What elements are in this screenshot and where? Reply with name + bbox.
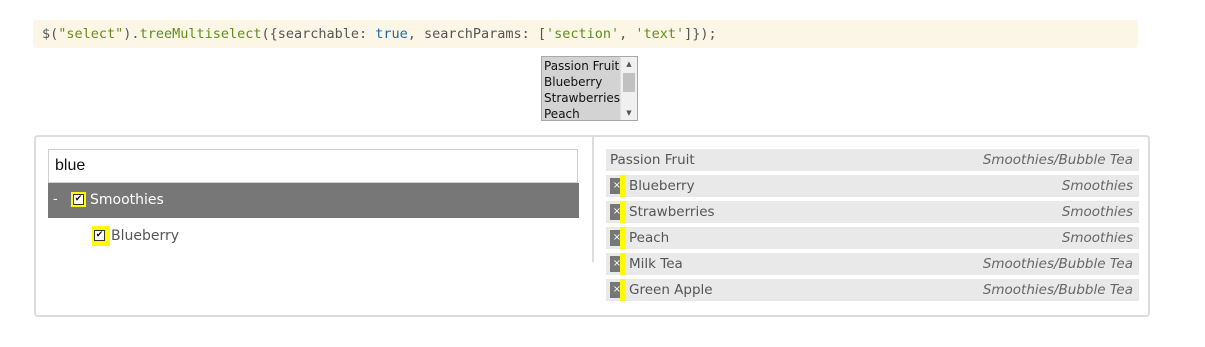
selected-item-section: Smoothies/Bubble Tea (982, 256, 1133, 272)
code-mid3: , searchParams: [ (407, 26, 546, 42)
search-input[interactable] (48, 149, 578, 183)
search-highlight (620, 279, 626, 301)
selected-item-section: Smoothies (1061, 230, 1133, 246)
selected-item-section: Smoothies/Bubble Tea (982, 282, 1133, 298)
selected-item-label: Milk Tea (629, 256, 683, 272)
selected-item-section: Smoothies (1061, 204, 1133, 220)
search-highlight (620, 201, 626, 223)
selected-item: × Strawberries Smoothies (606, 201, 1139, 223)
native-select-list[interactable]: Passion Fruit Blueberry Strawberries Pea… (541, 56, 638, 121)
section-checkbox[interactable]: ✔ (73, 194, 84, 205)
code-suffix: ]}); (684, 26, 717, 42)
selected-item: × Milk Tea Smoothies/Bubble Tea (606, 253, 1139, 275)
checkmark-icon: ✔ (74, 194, 83, 204)
code-method: treeMultiselect (139, 26, 262, 42)
native-options: Passion Fruit Blueberry Strawberries Pea… (543, 58, 623, 120)
search-highlight (620, 175, 626, 197)
collapse-toggle[interactable]: - (53, 192, 58, 207)
selected-item-section: Smoothies/Bubble Tea (982, 152, 1133, 168)
scroll-down-arrow-icon[interactable]: ▼ (621, 106, 637, 120)
code-sep: , (619, 26, 636, 42)
selected-item: × Green Apple Smoothies/Bubble Tea (606, 279, 1139, 301)
selected-item: Passion Fruit Smoothies/Bubble Tea (606, 149, 1139, 171)
selected-item-label: Peach (629, 230, 670, 246)
code-selector: "select" (58, 26, 124, 42)
code-mid1: ). (123, 26, 140, 42)
pane-divider (592, 137, 594, 262)
selected-item: × Peach Smoothies (606, 227, 1139, 249)
tree-item-label[interactable]: Blueberry (111, 228, 179, 244)
selected-item-section: Smoothies (1061, 178, 1133, 194)
native-option[interactable]: Passion Fruit (543, 58, 623, 74)
selected-item-label: Passion Fruit (610, 152, 695, 168)
native-option[interactable]: Peach (543, 106, 623, 120)
native-scrollbar[interactable]: ▲ ▼ (620, 57, 637, 120)
native-option[interactable]: Strawberries (543, 90, 623, 106)
checkmark-icon: ✔ (95, 230, 104, 240)
selected-item-label: Green Apple (629, 282, 713, 298)
item-checkbox[interactable]: ✔ (94, 230, 105, 241)
selected-item: × Blueberry Smoothies (606, 175, 1139, 197)
section-row-smoothies[interactable]: - ✔ Smoothies (48, 183, 579, 218)
section-label: Smoothies (90, 192, 164, 208)
tree-multiselect: - ✔ Smoothies ✔ Blueberry Passion Fruit … (34, 135, 1150, 317)
search-highlight (620, 253, 626, 275)
selected-item-label: Strawberries (629, 204, 715, 220)
code-bool: true (375, 26, 408, 42)
native-option[interactable]: Blueberry (543, 74, 623, 90)
code-snippet: $("select").treeMultiselect({searchable:… (33, 20, 1138, 48)
selected-item-label: Blueberry (629, 178, 695, 194)
selections-pane: - ✔ Smoothies ✔ Blueberry (36, 137, 592, 315)
search-highlight (620, 227, 626, 249)
scroll-up-arrow-icon[interactable]: ▲ (621, 57, 637, 71)
code-param-text: 'text' (635, 26, 685, 42)
scroll-thumb[interactable] (623, 73, 635, 92)
code-prefix: $( (42, 26, 59, 42)
code-mid2: ({searchable: (261, 26, 376, 42)
code-param-section: 'section' (545, 26, 620, 42)
